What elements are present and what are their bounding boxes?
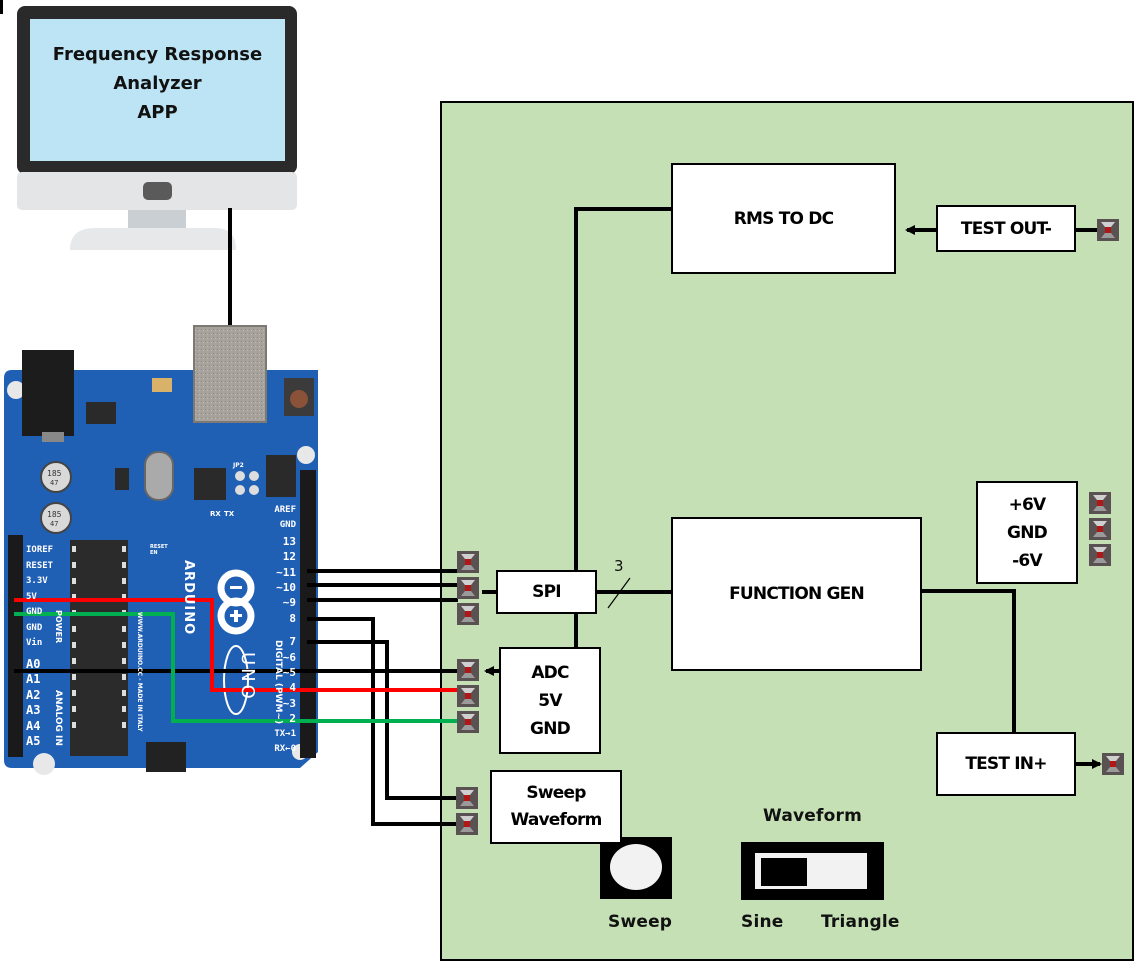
mount-hole bbox=[297, 446, 315, 464]
jp2-header bbox=[266, 455, 296, 497]
mount-hole bbox=[33, 753, 55, 775]
arduino-jp2-label: JP2 bbox=[233, 462, 244, 469]
arduino-model: UNO bbox=[237, 652, 258, 702]
pin-reset: RESET bbox=[26, 560, 54, 571]
waveform-option-triangle: Triangle bbox=[821, 912, 900, 932]
sweep-waveform-block: Sweep Waveform bbox=[490, 770, 622, 844]
waveform-switch-knob bbox=[761, 858, 807, 886]
pin-gnd-d: GND bbox=[279, 520, 296, 531]
test-out-block: TEST OUT- bbox=[936, 205, 1076, 252]
pin-a0: A0 bbox=[26, 656, 41, 671]
atmega-chip bbox=[70, 540, 128, 756]
adc-gnd-label: GND bbox=[530, 718, 571, 739]
test-in-block: TEST IN+ bbox=[936, 732, 1076, 796]
pin-d11: ~11 bbox=[276, 565, 296, 579]
pin-a1: A1 bbox=[26, 672, 41, 686]
adc-5v-label: 5V bbox=[538, 690, 562, 711]
test-in-connector bbox=[1102, 753, 1124, 775]
adc-block: ADC 5V GND bbox=[499, 647, 601, 754]
pin-a2: A2 bbox=[26, 687, 41, 702]
power-gnd: GND bbox=[1007, 522, 1048, 543]
svg-text:185: 185 bbox=[47, 469, 62, 478]
pin-d9: ~9 bbox=[282, 596, 296, 610]
power-analog-header bbox=[8, 535, 23, 757]
waveform-option-sine: Sine bbox=[741, 912, 784, 932]
svg-text:47: 47 bbox=[50, 479, 58, 487]
test-out-connector bbox=[1097, 219, 1119, 241]
svg-text:47: 47 bbox=[50, 520, 58, 528]
pin-d0: RX←0 bbox=[274, 744, 296, 755]
arduino-digital-label: DIGITAL (PWM~) bbox=[273, 640, 283, 725]
power-block: +6V GND -6V bbox=[976, 481, 1078, 584]
monitor-logo bbox=[143, 182, 172, 200]
power-minus-6v: -6V bbox=[1012, 550, 1042, 571]
pin-d8: 8 bbox=[289, 611, 296, 625]
spi-block: SPI bbox=[496, 570, 597, 614]
pin-vin: Vin bbox=[26, 638, 43, 648]
power-connector bbox=[1089, 492, 1111, 566]
pin-gnd-1: GND bbox=[26, 607, 43, 617]
test-in-label: TEST IN+ bbox=[965, 754, 1047, 774]
app-title-line-2: Analyzer bbox=[113, 73, 202, 94]
monitor-screen-text: Frequency Response Analyzer APP bbox=[30, 40, 285, 127]
monitor-neck bbox=[128, 210, 186, 228]
arduino-website: WWW.ARDUINO.CC - MADE IN ITALY bbox=[136, 612, 143, 732]
pin-3v3: 3.3V bbox=[26, 576, 48, 586]
test-out-label: TEST OUT- bbox=[960, 218, 1052, 239]
digital-header bbox=[300, 470, 316, 758]
function-gen-label: FUNCTION GEN bbox=[729, 584, 865, 604]
crystal-oscillator bbox=[144, 451, 174, 501]
app-title-line-1: Frequency Response bbox=[52, 44, 263, 65]
app-title-line-3: APP bbox=[137, 102, 178, 123]
dc-jack bbox=[22, 350, 74, 436]
pin-a5: A5 bbox=[26, 734, 41, 748]
arduino-reset-en-label: RESET EN bbox=[150, 544, 168, 556]
pin-d13: 13 bbox=[282, 534, 296, 548]
pin-d10: ~10 bbox=[276, 581, 296, 595]
icsp-header bbox=[146, 742, 186, 772]
pin-a4: A4 bbox=[26, 718, 41, 733]
adc-label: ADC bbox=[531, 662, 569, 683]
bus-width-label: 3 bbox=[614, 557, 624, 575]
function-gen-block: FUNCTION GEN bbox=[671, 517, 922, 671]
sweep-button-label: Sweep bbox=[608, 912, 673, 932]
rms-to-dc-block: RMS TO DC bbox=[671, 163, 896, 274]
sweep-waveform-line-1: Sweep bbox=[526, 783, 586, 803]
pin-aref: AREF bbox=[274, 505, 296, 515]
arduino-tx-label: TX bbox=[224, 510, 235, 518]
pin-gnd-2: GND bbox=[26, 622, 43, 633]
arduino-analog-label: ANALOG IN bbox=[53, 690, 63, 746]
pin-d12: 12 bbox=[282, 550, 296, 564]
arduino-power-label: POWER bbox=[54, 610, 63, 644]
arduino-rx-label: RX bbox=[210, 510, 221, 518]
arduino-left-pin-labels: IOREF RESET 3.3V 5V GND GND Vin A0 A1 A2… bbox=[26, 543, 53, 750]
pin-5v: 5V bbox=[26, 591, 37, 602]
pin-d1: TX→1 bbox=[274, 728, 296, 739]
spi-connector bbox=[457, 551, 479, 625]
sweep-waveform-line-2: Waveform bbox=[510, 810, 602, 830]
usb-chip bbox=[194, 468, 226, 500]
waveform-switch[interactable] bbox=[741, 842, 884, 900]
spi-label: SPI bbox=[532, 582, 561, 602]
arduino-board-name: ARDUINO bbox=[181, 560, 196, 636]
pin-ioref: IOREF bbox=[26, 545, 54, 555]
waveform-title: Waveform bbox=[763, 806, 863, 826]
usb-b-connector bbox=[193, 325, 267, 423]
sweep-button[interactable] bbox=[600, 837, 672, 899]
adc-connector bbox=[457, 659, 479, 733]
monitor-stand bbox=[70, 228, 236, 250]
power-plus-6v: +6V bbox=[1008, 494, 1047, 515]
rms-to-dc-label: RMS TO DC bbox=[733, 208, 834, 229]
pin-a3: A3 bbox=[26, 703, 41, 717]
svg-text:185: 185 bbox=[47, 510, 62, 519]
corner-mark bbox=[0, 0, 3, 14]
